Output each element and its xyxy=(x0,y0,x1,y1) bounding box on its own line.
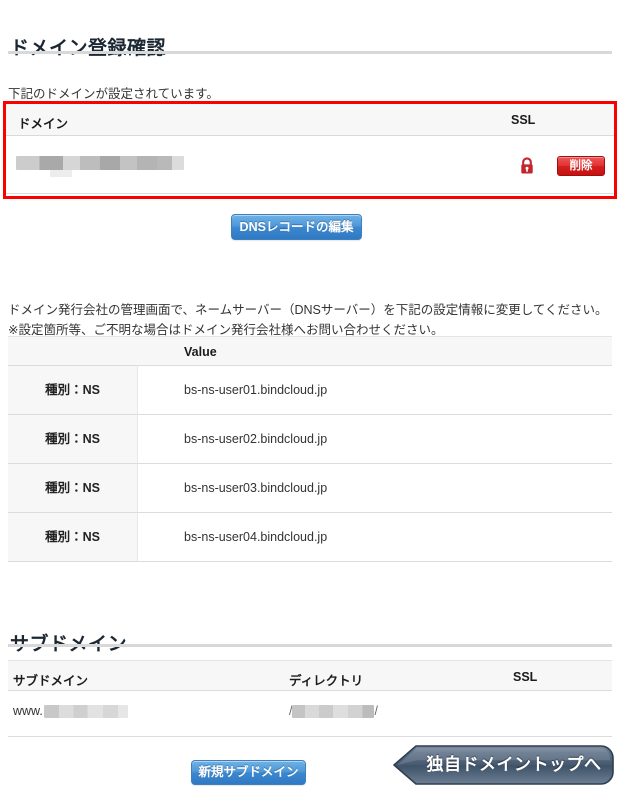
domain-top-button[interactable]: 独自ドメイントップへ xyxy=(392,745,614,785)
subdomain-value-redacted xyxy=(43,705,128,719)
column-header-directory: ディレクトリ xyxy=(289,674,364,688)
column-header-ssl: SSL xyxy=(511,113,536,127)
lead-text: 下記のドメインが設定されています。 xyxy=(8,86,219,101)
record-value-cell: bs-ns-user03.bindcloud.jp xyxy=(184,481,328,495)
record-type-cell: 種別：NS xyxy=(8,464,138,512)
subdomain-section-title: サブドメイン xyxy=(10,629,127,656)
delete-domain-button[interactable]: 削除 xyxy=(557,156,605,176)
title-divider xyxy=(8,51,612,54)
domain-name-redaction-tail xyxy=(50,170,72,177)
subdomain-table: サブドメイン ディレクトリ SSL www. / / xyxy=(8,660,612,737)
nameserver-table-header-row: Value xyxy=(8,336,612,366)
directory-suffix-slash: / xyxy=(374,704,378,718)
record-value-cell: bs-ns-user02.bindcloud.jp xyxy=(184,432,328,446)
record-type-cell: 種別：NS xyxy=(8,415,138,463)
domain-registration-page: ドメイン登録確認 下記のドメインが設定されています。 ドメイン SSL 削除 D… xyxy=(0,0,620,792)
nameserver-table: Value 種別：NS bs-ns-user01.bindcloud.jp 種別… xyxy=(8,336,612,562)
directory-value-redacted xyxy=(292,705,375,719)
record-type-cell: 種別：NS xyxy=(8,513,138,561)
column-header-value: Value xyxy=(184,345,217,359)
column-header-subdomain: サブドメイン xyxy=(13,674,89,688)
column-header-domain: ドメイン xyxy=(18,117,69,131)
table-row: 種別：NS bs-ns-user03.bindcloud.jp xyxy=(8,464,612,513)
subdomain-title-divider xyxy=(8,644,612,647)
directory-cell: / / xyxy=(289,704,378,719)
nameserver-notice-line-2: ※設定箇所等、ご不明な場合はドメイン発行会社様へお問い合わせください。 xyxy=(8,322,444,337)
page-title: ドメイン登録確認 xyxy=(10,37,167,59)
record-type-cell: 種別：NS xyxy=(8,366,138,414)
domain-name-value-redacted xyxy=(16,156,184,170)
table-row: 種別：NS bs-ns-user04.bindcloud.jp xyxy=(8,513,612,562)
subdomain-cell: www. xyxy=(13,704,128,719)
table-row: 削除 xyxy=(6,136,614,194)
domain-table-header-row: ドメイン SSL xyxy=(6,104,614,136)
domain-table-highlight-box: ドメイン SSL 削除 xyxy=(3,101,617,199)
table-row: 種別：NS bs-ns-user01.bindcloud.jp xyxy=(8,366,612,415)
edit-dns-record-button[interactable]: DNSレコードの編集 xyxy=(231,214,362,240)
subdomain-prefix: www. xyxy=(13,704,43,718)
nameserver-notice-line-1: ドメイン発行会社の管理画面で、ネームサーバー（DNSサーバー）を下記の設定情報に… xyxy=(8,302,608,317)
lock-icon xyxy=(518,156,536,176)
table-row: 種別：NS bs-ns-user02.bindcloud.jp xyxy=(8,415,612,464)
column-header-ssl: SSL xyxy=(513,670,538,684)
new-subdomain-button[interactable]: 新規サブドメイン xyxy=(191,760,306,785)
record-value-cell: bs-ns-user04.bindcloud.jp xyxy=(184,530,328,544)
record-value-cell: bs-ns-user01.bindcloud.jp xyxy=(184,383,328,397)
subdomain-table-header-row: サブドメイン ディレクトリ SSL xyxy=(8,660,612,691)
table-row: www. / / xyxy=(8,691,612,737)
